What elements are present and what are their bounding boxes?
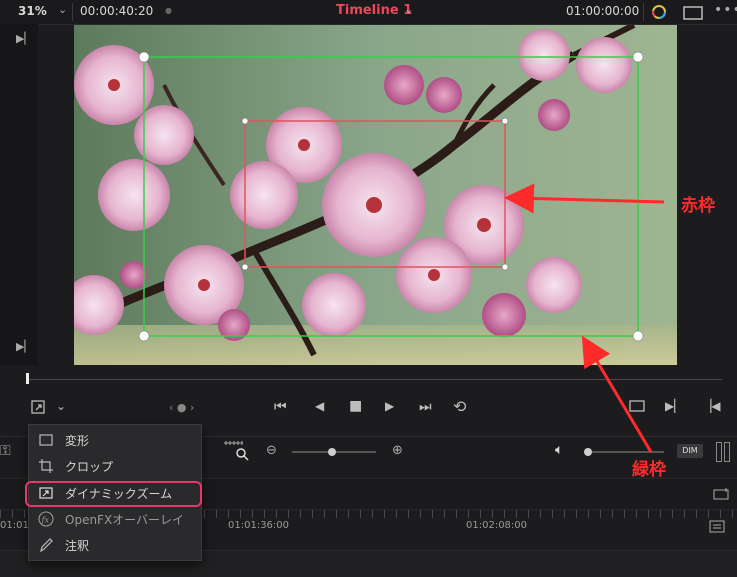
last-frame-icon[interactable]: ▕◀ [702,399,720,413]
zoom-level[interactable]: 31% [18,4,47,18]
red-frame-label: 赤枠 [681,196,715,216]
zoom-in-icon[interactable]: ⊕ [392,443,403,458]
selected-item-highlight [25,481,202,507]
volume-knob[interactable] [584,448,592,456]
zoom-ruler-icon[interactable] [223,439,251,464]
annotation-pen-icon [38,537,54,553]
divider [643,3,644,21]
menu-item-annotation[interactable]: 注釈 [29,532,201,558]
menu-item-crop[interactable]: クロップ [29,453,201,479]
stop-icon[interactable]: ■ [349,398,362,414]
timeline-zoom-knob[interactable] [328,448,336,456]
transform-mode-icon[interactable] [30,398,48,420]
ruler-label: 01:01:36:00 [228,520,290,531]
menu-item-openfx-overlay[interactable]: fx OpenFXオーバーレイ [29,506,201,532]
menu-item-label: クロップ [65,460,114,474]
meter-icon [716,442,722,462]
menu-item-label: 注釈 [65,539,90,553]
timeline-options-icon[interactable] [709,519,727,538]
playhead[interactable] [26,373,29,384]
volume-icon[interactable]: 🔈︎ [555,442,563,458]
zoom-chevron-down-icon[interactable]: ⌄ [58,3,67,16]
duration-timecode: 00:00:40:20 [80,4,154,18]
jump-to-start-icon[interactable]: ⏮ [274,399,287,415]
match-frame-icon[interactable] [627,398,647,418]
play-icon[interactable]: ▶ [385,399,394,413]
transport-controls: ⌄ ‹ ● › ⏮ ◀ ■ ▶ ⏭ ⟲ ▶▏ ▕◀ [0,392,737,424]
loop-icon[interactable]: ⟲ [453,397,466,416]
menu-item-label: 変形 [65,434,90,448]
video-viewer[interactable] [74,25,677,365]
volume-slider[interactable] [592,451,664,453]
zoom-out-icon[interactable]: ⊖ [266,443,277,458]
add-track-icon[interactable] [713,486,731,505]
fx-icon: fx [38,511,54,527]
nav-arrows-icon[interactable]: ‹ ● › [169,401,194,414]
viewer-top-bar: 31% ⌄ 00:00:40:20 ● Timeline 1 ⌄ 01:00:0… [0,0,737,25]
scrubber-track[interactable] [28,379,722,380]
step-back-icon[interactable]: ◀ [315,399,324,413]
timeline-title[interactable]: Timeline 1 [336,3,412,18]
play-forward-icon[interactable]: ▶▏ [16,340,33,353]
menu-item-transform[interactable]: 変形 [29,427,201,453]
cherry-blossom-image [74,25,677,365]
divider [72,3,73,21]
meter-icon [724,442,730,462]
crop-icon [38,458,54,474]
play-forward-icon[interactable]: ▶▏ [16,32,33,45]
timeline-chevron-down-icon[interactable]: ⌄ [404,3,413,16]
svg-text:fx: fx [41,516,50,525]
chevron-down-icon[interactable]: ⌄ [56,399,66,413]
current-timecode: 01:00:00:00 [566,4,640,18]
dot-icon: ● [165,6,172,15]
menu-item-label: OpenFXオーバーレイ [65,513,185,527]
transform-icon [38,432,54,448]
jump-to-end-icon[interactable]: ⏭ [419,399,432,415]
more-options-icon[interactable]: ••• [714,2,737,18]
green-frame-label: 緑枠 [632,460,666,480]
viewer-mode-icon[interactable] [683,5,703,24]
ruler-label: 01:02:08:00 [466,520,528,531]
dim-button[interactable]: DIM [677,444,703,458]
viewer-left-strip: ▶▏ ▶▏ [0,24,38,366]
lock-icon[interactable]: ⚿ [0,443,11,459]
next-frame-icon[interactable]: ▶▏ [665,399,683,413]
color-wheel-icon[interactable] [650,3,668,25]
